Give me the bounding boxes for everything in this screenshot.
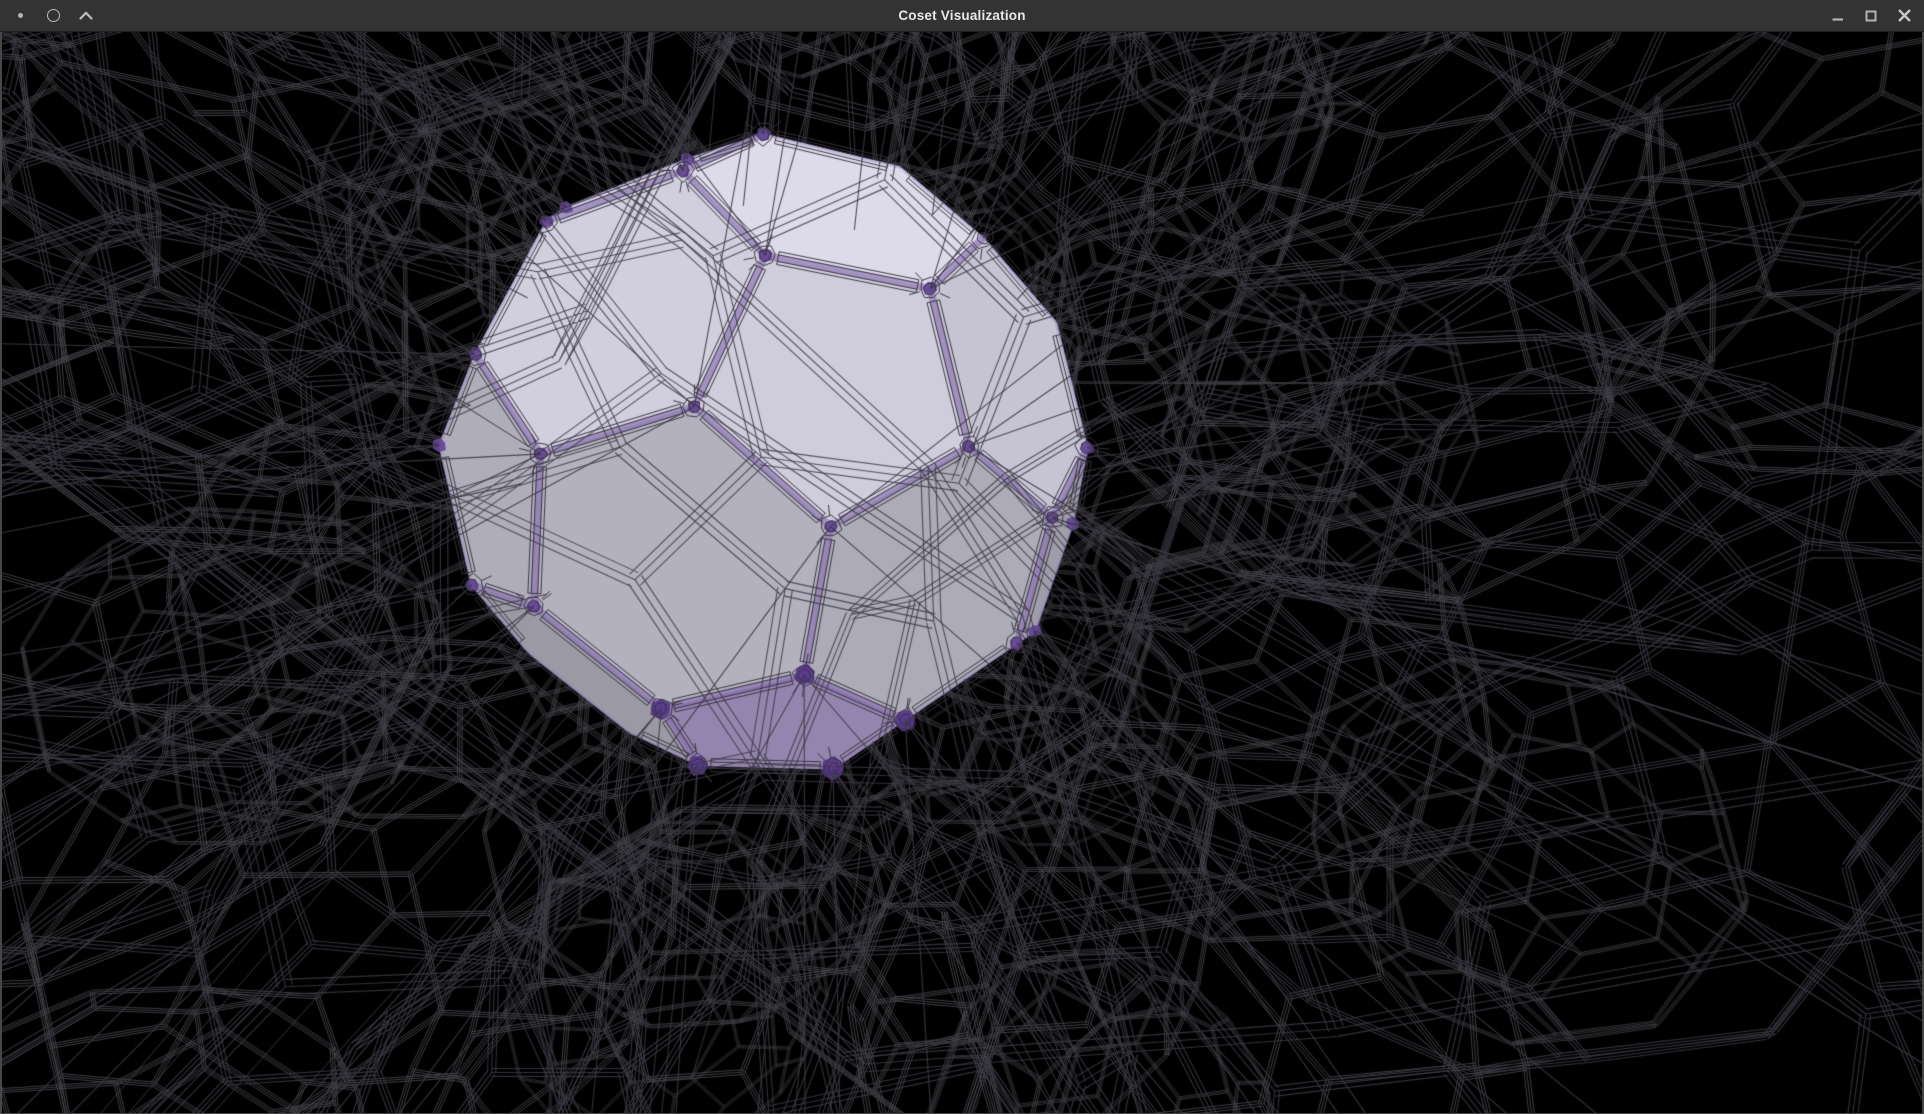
titlebar: Coset Visualization [0, 0, 1924, 32]
circle-icon[interactable] [43, 4, 63, 28]
coset-visualization-canvas[interactable] [2, 32, 1922, 1113]
titlebar-left-icons [0, 4, 96, 28]
maximize-button[interactable] [1861, 4, 1881, 28]
app-window: Coset Visualization [0, 0, 1924, 1114]
window-controls [1828, 4, 1924, 28]
dot-icon[interactable] [10, 4, 30, 28]
viewport-frame [0, 32, 1924, 1114]
window-title: Coset Visualization [0, 0, 1924, 31]
chevron-up-icon[interactable] [76, 4, 96, 28]
minimize-button[interactable] [1828, 4, 1848, 28]
close-button[interactable] [1894, 4, 1914, 28]
